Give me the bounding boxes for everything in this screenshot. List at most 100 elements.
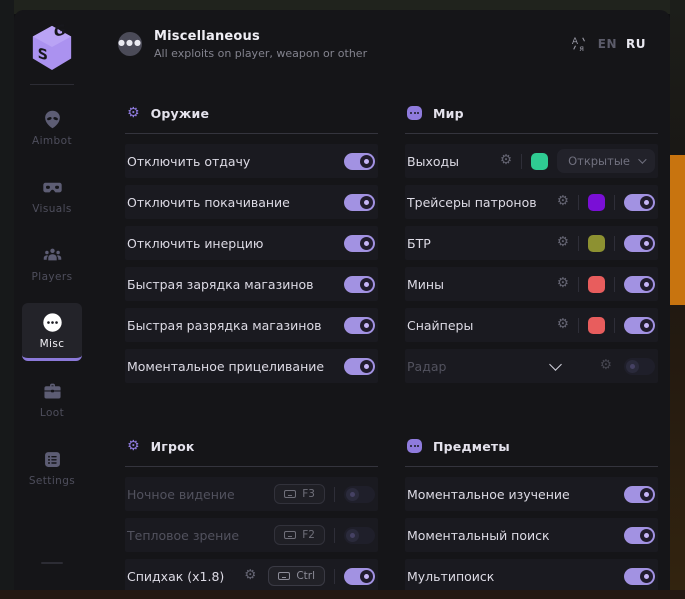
chevron-down-icon <box>638 155 646 163</box>
keybind-badge[interactable]: F2 <box>274 525 325 545</box>
section-rows: Выходы⚙ОткрытыеТрейсеры патронов⚙БТР⚙Мин… <box>405 144 658 383</box>
sidebar-item-visuals[interactable]: Visuals <box>22 167 82 225</box>
control-separator <box>578 236 579 251</box>
feature-label: Быстрая зарядка магазинов <box>127 277 314 292</box>
row-controls <box>344 317 375 334</box>
feature-label: Мультипоиск <box>407 569 494 584</box>
gear-icon[interactable]: ⚙ <box>557 236 569 250</box>
lang-en-button[interactable]: EN <box>598 37 617 51</box>
sidebar-item-label: Loot <box>40 407 64 419</box>
control-separator <box>578 195 579 210</box>
toggle-switch[interactable] <box>624 358 655 375</box>
toggle-switch[interactable] <box>624 276 655 293</box>
section-header: Предметы <box>405 421 658 457</box>
color-swatch[interactable] <box>588 235 605 252</box>
row-controls: ⚙ <box>557 276 655 293</box>
state-dropdown[interactable]: Открытые <box>557 149 655 173</box>
toggle-switch[interactable] <box>624 317 655 334</box>
color-swatch[interactable] <box>588 317 605 334</box>
header-text: Miscellaneous All exploits on player, we… <box>154 29 367 60</box>
sidebar-item-settings[interactable]: Settings <box>22 439 82 497</box>
color-swatch[interactable] <box>531 153 548 170</box>
keybind-badge[interactable]: F3 <box>274 484 325 504</box>
feature-label: Отключить инерцию <box>127 236 263 251</box>
toggle-switch[interactable] <box>624 568 655 585</box>
gear-icon: ⚙ <box>127 439 140 453</box>
control-separator <box>334 487 335 502</box>
players-icon <box>42 245 63 266</box>
feature-label: Трейсеры патронов <box>407 195 537 210</box>
briefcase-icon <box>42 381 63 402</box>
toggle-switch[interactable] <box>344 194 375 211</box>
color-swatch[interactable] <box>588 276 605 293</box>
feature-label: Выходы <box>407 154 459 169</box>
svg-text:A: A <box>572 37 579 47</box>
section-divider <box>125 133 378 134</box>
color-swatch[interactable] <box>588 194 605 211</box>
keybind-label: F2 <box>302 529 315 541</box>
row-controls <box>344 235 375 252</box>
toggle-switch[interactable] <box>624 235 655 252</box>
toggle-switch[interactable] <box>344 527 375 544</box>
language-switcher: A я EN RU <box>571 35 646 53</box>
gear-icon: ⚙ <box>127 106 140 120</box>
feature-row: Моментальное изучение <box>405 477 658 511</box>
keybind-label: F3 <box>302 488 315 500</box>
section-divider <box>125 466 378 467</box>
lang-ru-button[interactable]: RU <box>626 37 646 51</box>
control-separator <box>578 277 579 292</box>
gear-icon[interactable]: ⚙ <box>600 359 612 373</box>
gear-icon[interactable]: ⚙ <box>244 569 256 583</box>
gear-icon[interactable]: ⚙ <box>557 195 569 209</box>
toggle-knob <box>360 360 373 373</box>
toggle-knob <box>640 237 653 250</box>
control-separator <box>614 195 615 210</box>
toggle-switch[interactable] <box>344 153 375 170</box>
sidebar-item-loot[interactable]: Loot <box>22 371 82 429</box>
keybind-label: Ctrl <box>296 570 315 582</box>
row-controls: ⚙ <box>600 358 655 375</box>
chevron-down-icon[interactable] <box>549 358 562 371</box>
toggle-switch[interactable] <box>344 568 375 585</box>
feature-label: Ночное видение <box>127 487 235 502</box>
feature-label: Быстрая разрядка магазинов <box>127 318 321 333</box>
toggle-switch[interactable] <box>624 194 655 211</box>
toggle-switch[interactable] <box>344 486 375 503</box>
feature-row: Выходы ⚙ Открытые <box>405 144 658 178</box>
sidebar-item-aimbot[interactable]: Aimbot <box>22 99 82 157</box>
keybind-badge[interactable]: Ctrl <box>268 566 325 586</box>
sidebar-nav: Aimbot Visuals Players Misc Loot Settings <box>14 89 90 497</box>
toggle-switch[interactable] <box>624 486 655 503</box>
toggle-switch[interactable] <box>344 235 375 252</box>
sidebar-item-label: Visuals <box>32 203 72 215</box>
sidebar-item-players[interactable]: Players <box>22 235 82 293</box>
gear-icon[interactable]: ⚙ <box>500 154 512 168</box>
sidebar-item-label: Aimbot <box>32 135 72 147</box>
row-controls <box>344 194 375 211</box>
section-divider <box>405 466 658 467</box>
toggle-knob <box>346 488 359 501</box>
toggle-switch[interactable] <box>344 317 375 334</box>
toggle-knob <box>360 237 373 250</box>
row-controls <box>344 276 375 293</box>
sidebar-item-misc[interactable]: Misc <box>22 303 82 361</box>
feature-row: Трейсеры патронов ⚙ <box>405 185 658 219</box>
dots-badge-icon <box>407 439 422 453</box>
row-controls: ⚙ Ctrl <box>244 566 375 586</box>
vr-icon <box>42 177 63 198</box>
feature-label: Отключить отдачу <box>127 154 250 169</box>
svg-text:S: S <box>38 45 48 64</box>
toggle-switch[interactable] <box>344 276 375 293</box>
feature-label: Радар <box>407 359 446 374</box>
gear-icon[interactable]: ⚙ <box>557 318 569 332</box>
app-logo: S G <box>29 24 75 72</box>
toggle-knob <box>640 278 653 291</box>
toggle-switch[interactable] <box>624 527 655 544</box>
feature-row: Радар ⚙ <box>405 349 658 383</box>
row-controls: ⚙ <box>557 317 655 334</box>
feature-row: Снайперы⚙ <box>405 308 658 342</box>
feature-label: Моментальное прицеливание <box>127 359 324 374</box>
toggle-switch[interactable] <box>344 358 375 375</box>
gear-icon[interactable]: ⚙ <box>557 277 569 291</box>
alien-icon <box>42 109 63 130</box>
